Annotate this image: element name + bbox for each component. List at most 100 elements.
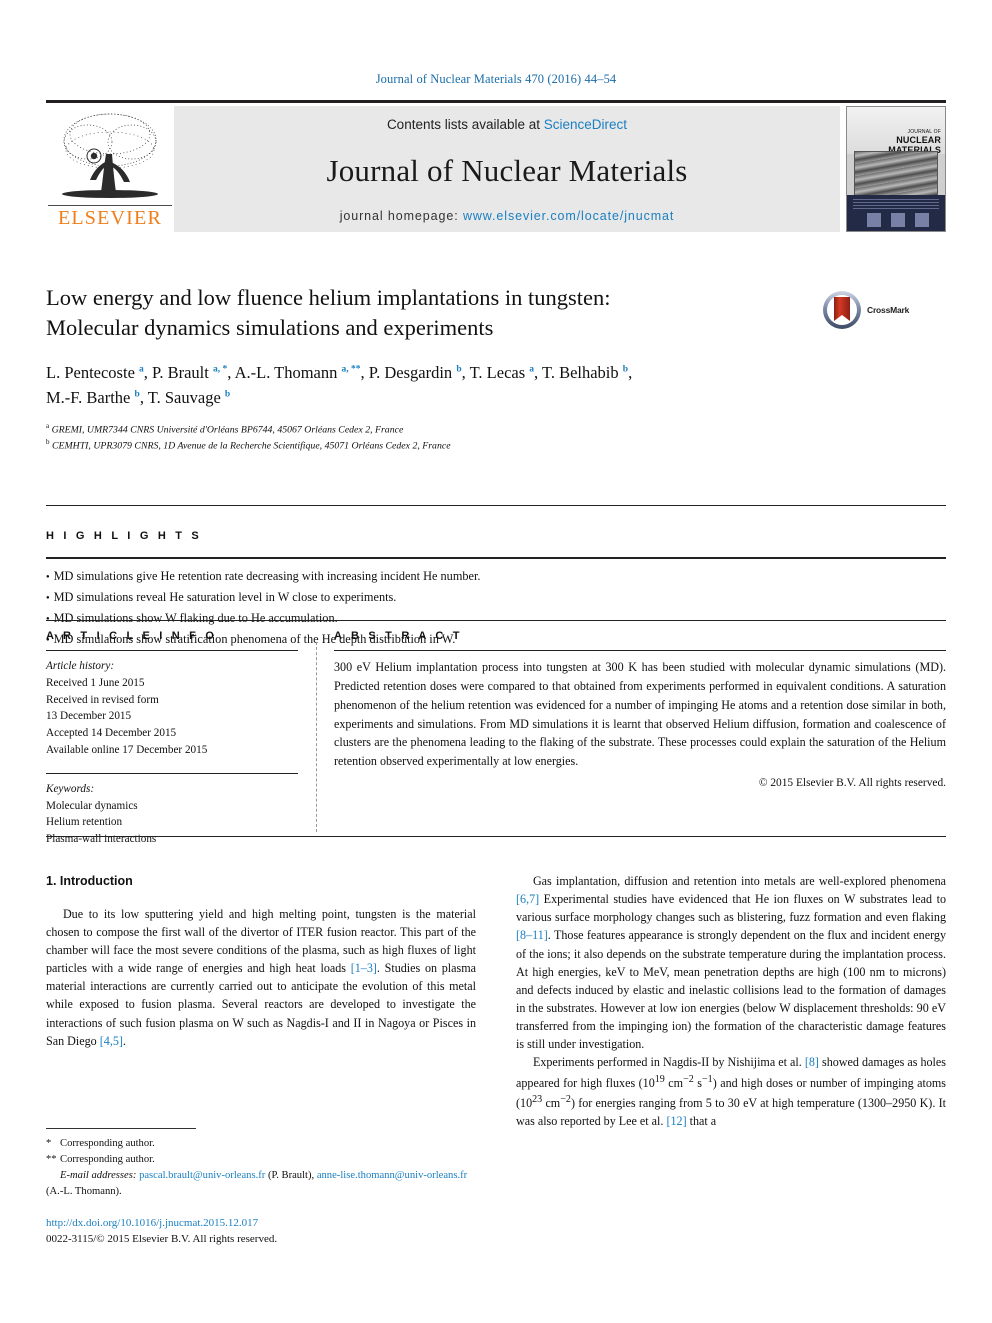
- history-item: Received in revised form: [46, 693, 159, 706]
- author-name: A.-L. Thomann: [234, 363, 338, 383]
- running-head: Journal of Nuclear Materials 470 (2016) …: [375, 72, 617, 86]
- article-history: Article history: Received 1 June 2015 Re…: [46, 658, 298, 759]
- paragraph-text: Experiments performed in Nagdis-II by Ni…: [532, 1055, 805, 1070]
- citation-ref[interactable]: [6,7]: [516, 892, 539, 906]
- paragraph: Due to its low sputtering yield and high…: [46, 905, 476, 1050]
- history-item: Available online 17 December 2015: [46, 743, 208, 756]
- highlights-inner-rule: [46, 557, 946, 559]
- superscript: −1: [702, 1073, 713, 1085]
- journal-band: Contents lists available at ScienceDirec…: [174, 106, 840, 232]
- paragraph: Gas implantation, diffusion and retentio…: [516, 872, 946, 1053]
- affiliation-mark: b: [46, 438, 50, 447]
- author: A.-L. Thomann a, **: [235, 363, 361, 382]
- issn-copyright-line: 0022-3115/© 2015 Elsevier B.V. All right…: [46, 1232, 278, 1245]
- author: P. Desgardin b: [369, 363, 462, 382]
- cover-bottom-blocks: [867, 213, 939, 227]
- citation-ref[interactable]: [1–3]: [351, 961, 377, 975]
- journal-homepage-link[interactable]: www.elsevier.com/locate/jnucmat: [463, 209, 674, 223]
- affiliation: a GREMI, UMR7344 CNRS Université d'Orléa…: [46, 421, 816, 437]
- affiliation-mark: a: [46, 421, 50, 430]
- cover-bottom-panel: [847, 195, 945, 231]
- homepage-prefix: journal homepage:: [339, 209, 463, 223]
- author-affil-mark: a: [529, 364, 535, 375]
- cover-bottom-lines: [853, 199, 939, 209]
- author: L. Pentecoste a: [46, 363, 144, 382]
- highlight-item: MD simulations give He retention rate de…: [46, 566, 946, 587]
- author: T. Belhabib b: [542, 363, 628, 382]
- paper-page: Journal of Nuclear Materials 470 (2016) …: [0, 0, 992, 1323]
- author-affil-mark: b: [456, 364, 462, 375]
- double-asterisk-icon: **: [46, 1153, 57, 1165]
- asterisk-icon: *: [46, 1138, 52, 1149]
- article-info-section: A R T I C L E I N F O Article history: R…: [46, 630, 298, 848]
- author: P. Brault a, *: [152, 363, 227, 382]
- doi-link[interactable]: http://dx.doi.org/10.1016/j.jnucmat.2015…: [46, 1216, 476, 1232]
- author: T. Sauvage b: [148, 388, 230, 407]
- citation-ref[interactable]: [8–11]: [516, 928, 548, 942]
- body-column-left: 1. Introduction Due to its low sputterin…: [46, 872, 476, 1050]
- citation-ref[interactable]: [4,5]: [100, 1034, 123, 1048]
- email-link-brault[interactable]: pascal.brault@univ-orleans.fr: [139, 1170, 265, 1181]
- paragraph-text: cm: [664, 1075, 684, 1090]
- affiliation-list: a GREMI, UMR7344 CNRS Université d'Orléa…: [46, 421, 816, 454]
- journal-title: Journal of Nuclear Materials: [326, 152, 688, 188]
- citation-ref[interactable]: [8]: [805, 1055, 819, 1069]
- author-affil-mark: a, *: [212, 364, 228, 375]
- keyword-item: Molecular dynamics: [46, 799, 138, 812]
- highlights-top-rule: [46, 505, 946, 506]
- crossmark-badge[interactable]: CrossMark: [822, 288, 946, 332]
- footnote-corresponding-1: * Corresponding author.: [46, 1136, 476, 1152]
- author: T. Lecas a: [470, 363, 534, 382]
- journal-cover-thumbnail: JOURNAL OF NUCLEAR MATERIALS: [846, 106, 946, 232]
- article-title-line-1: Low energy and low fluence helium implan…: [46, 285, 611, 310]
- abstract-rule: [334, 650, 946, 651]
- paragraph-text: Experimental studies have evidenced that…: [516, 892, 946, 925]
- footnote-rule: [46, 1128, 196, 1129]
- footnote-text: Corresponding author.: [60, 1138, 155, 1149]
- abstract-copyright: © 2015 Elsevier B.V. All rights reserved…: [758, 777, 946, 790]
- email-link-thomann[interactable]: anne-lise.thomann@univ-orleans.fr: [317, 1170, 467, 1181]
- paragraph-text: .: [122, 1033, 126, 1048]
- author-name: T. Sauvage: [147, 388, 221, 408]
- paragraph-text: . Those features appearance is strongly …: [516, 928, 946, 1052]
- journal-masthead: ELSEVIER Contents lists available at Sci…: [46, 100, 946, 232]
- paragraph-text: Gas implantation, diffusion and retentio…: [532, 874, 946, 888]
- abstract-section: A B S T R A C T 300 eV Helium implantati…: [334, 630, 946, 789]
- doi-block: http://dx.doi.org/10.1016/j.jnucmat.2015…: [46, 1216, 476, 1248]
- crossmark-label: CrossMark: [867, 305, 910, 315]
- article-history-label: Article history:: [46, 660, 115, 672]
- abstract-label: A B S T R A C T: [334, 630, 463, 642]
- highlights-label: H I G H L I G H T S: [46, 530, 202, 542]
- keywords-block: Keywords: Molecular dynamics Helium rete…: [46, 781, 298, 848]
- author-name: L. Pentecoste: [46, 363, 135, 383]
- abstract-text: 300 eV Helium implantation process into …: [334, 660, 946, 769]
- superscript: −2: [683, 1073, 694, 1085]
- email-owner-1: (P. Brault),: [265, 1169, 317, 1181]
- title-block: Low energy and low fluence helium implan…: [46, 283, 816, 454]
- article-info-rule: [46, 650, 298, 651]
- affiliation-text: GREMI, UMR7344 CNRS Université d'Orléans…: [51, 424, 404, 436]
- sciencedirect-link[interactable]: ScienceDirect: [544, 117, 627, 132]
- article-title-line-2: Molecular dynamics simulations and exper…: [46, 315, 494, 341]
- body-column-right: Gas implantation, diffusion and retentio…: [516, 872, 946, 1130]
- keyword-item: Plasma-wall interactions: [46, 833, 157, 846]
- superscript: −2: [560, 1093, 571, 1105]
- keywords-rule: [46, 772, 298, 774]
- superscript: 19: [654, 1073, 665, 1085]
- citation-ref[interactable]: [12]: [666, 1114, 686, 1128]
- paragraph-text: that a: [686, 1113, 717, 1128]
- elsevier-tree-icon: [62, 113, 158, 198]
- footnote-block: * Corresponding author. ** Corresponding…: [46, 1136, 476, 1200]
- abstract-bottom-rule: [46, 836, 946, 837]
- highlights-section: H I G H L I G H T S: [46, 530, 946, 542]
- footnote-corresponding-2: ** Corresponding author.: [46, 1152, 476, 1168]
- author-affil-mark: b: [622, 364, 629, 375]
- footnote-emails: E-mail addresses: pascal.brault@univ-orl…: [46, 1168, 476, 1200]
- history-item: Received 1 June 2015: [46, 676, 145, 689]
- section-heading-introduction: 1. Introduction: [46, 874, 133, 888]
- author-list: L. Pentecoste a, P. Brault a, *, A.-L. T…: [46, 363, 633, 408]
- author-affil-mark: b: [224, 389, 231, 400]
- email-owner-2: (A.-L. Thomann).: [46, 1185, 122, 1197]
- author-affil-mark: b: [134, 389, 140, 400]
- superscript: 23: [532, 1093, 543, 1105]
